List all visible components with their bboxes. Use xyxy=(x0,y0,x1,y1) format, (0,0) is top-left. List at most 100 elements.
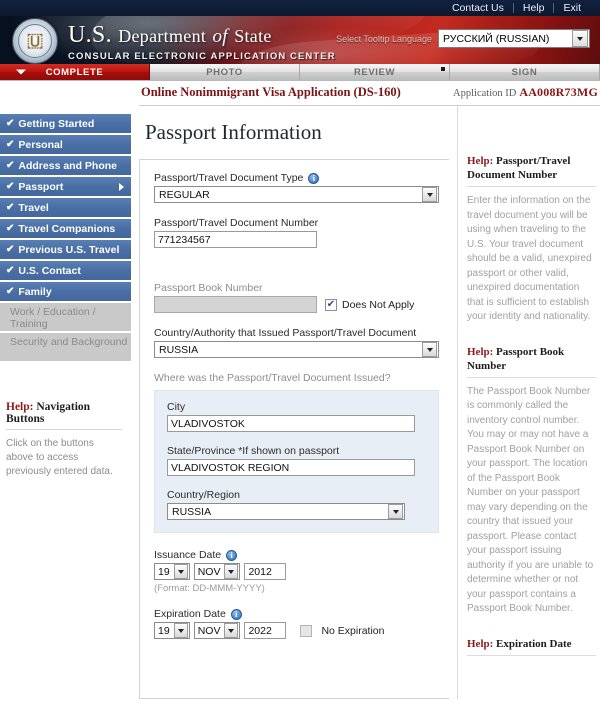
document-number-input[interactable]: 771234567 xyxy=(154,231,317,248)
tab-photo[interactable]: PHOTO xyxy=(150,64,300,80)
check-icon: ✔ xyxy=(6,160,15,171)
department-of-state-seal-icon: 🇺 xyxy=(12,18,58,64)
field-issuance-date: Issuance Date i 19 NOV 2012 (Format: DD-… xyxy=(154,549,439,594)
help-prefix: Help: xyxy=(467,345,494,358)
eagle-icon: 🇺 xyxy=(26,30,44,52)
check-icon: ✔ xyxy=(6,202,15,213)
tab-complete[interactable]: COMPLETE xyxy=(0,64,150,80)
city-label: City xyxy=(167,401,186,413)
document-number-value: 771234567 xyxy=(158,233,211,246)
site-wordmark: U.S. Department of State CONSULAR ELECTR… xyxy=(68,22,336,62)
issuance-date-controls: 19 NOV 2012 xyxy=(154,563,439,580)
issuance-date-label: Issuance Date xyxy=(154,549,222,561)
issuance-day-select[interactable]: 19 xyxy=(154,563,190,580)
sidebar-item-label: Family xyxy=(18,285,52,298)
book-number-input xyxy=(154,296,317,313)
sidebar-item-passport[interactable]: ✔ Passport xyxy=(0,177,131,196)
form-column: Passport Information Passport/Travel Doc… xyxy=(139,106,449,699)
where-issued-label: Where was the Passport/Travel Document I… xyxy=(154,372,391,384)
contact-us-link[interactable]: Contact Us xyxy=(443,0,513,16)
passport-form-panel: Passport/Travel Document Type i REGULAR … xyxy=(139,159,449,699)
page-body: ✔ Getting Started ✔ Personal ✔ Address a… xyxy=(0,81,600,703)
tab-label: COMPLETE xyxy=(45,66,104,78)
application-bar: Online Nonimmigrant Visa Application (DS… xyxy=(139,81,600,106)
state-input[interactable]: VLADIVOSTOK REGION xyxy=(167,459,415,476)
book-number-label: Passport Book Number xyxy=(154,282,263,294)
check-icon: ✔ xyxy=(6,139,15,150)
expiration-day-select[interactable]: 19 xyxy=(154,622,190,639)
field-document-number: Passport/Travel Document Number 77123456… xyxy=(154,217,439,248)
field-expiration-date: Expiration Date i 19 NOV 2022 No Expirat… xyxy=(154,608,439,639)
wordmark-of: of xyxy=(212,26,228,47)
tab-review[interactable]: REVIEW xyxy=(300,64,450,80)
chevron-down-icon[interactable] xyxy=(173,564,188,579)
sidebar-item-family[interactable]: ✔ Family xyxy=(0,282,131,301)
sidebar-item-personal[interactable]: ✔ Personal xyxy=(0,135,131,154)
application-id: Application ID AA008R73MG xyxy=(453,85,598,100)
no-expiration-checkbox[interactable] xyxy=(300,624,313,637)
field-label: Passport Book Number xyxy=(154,282,439,294)
sidebar-item-getting-started[interactable]: ✔ Getting Started xyxy=(0,114,131,133)
sidebar-item-address-and-phone[interactable]: ✔ Address and Phone xyxy=(0,156,131,175)
help-panel: Help: Passport/Travel Document Number En… xyxy=(457,106,600,699)
info-icon[interactable]: i xyxy=(308,172,320,184)
sidebar-item-us-contact[interactable]: ✔ U.S. Contact xyxy=(0,261,131,280)
chevron-down-icon[interactable] xyxy=(572,30,588,47)
does-not-apply-checkbox[interactable]: ✔ xyxy=(325,298,337,311)
tab-marker-icon xyxy=(441,67,445,71)
field-label: Issuance Date i xyxy=(154,549,439,561)
help-body: Enter the information on the travel docu… xyxy=(467,195,592,322)
site-banner: 🇺 U.S. Department of State CONSULAR ELEC… xyxy=(0,16,600,64)
country-region-label: Country/Region xyxy=(167,489,240,501)
book-number-row: ✔ Does Not Apply xyxy=(154,296,439,313)
issuing-country-value: RUSSIA xyxy=(159,343,199,356)
city-input[interactable]: VLADIVOSTOK xyxy=(167,415,415,432)
exit-link[interactable]: Exit xyxy=(554,0,590,16)
triangle-down-icon xyxy=(16,69,26,75)
issuing-country-label: Country/Authority that Issued Passport/T… xyxy=(154,327,417,339)
chevron-down-icon[interactable] xyxy=(224,623,239,638)
sidebar-item-label: Passport xyxy=(18,180,64,193)
tab-sign[interactable]: SIGN xyxy=(450,64,600,80)
issuance-day-value: 19 xyxy=(158,565,170,578)
expiration-date-label: Expiration Date xyxy=(154,608,226,620)
sidebar-item-label: Travel xyxy=(18,201,49,214)
sidebar-help-navigation-buttons: Help: Navigation Buttons Click on the bu… xyxy=(0,401,131,479)
tooltip-language-select[interactable]: РУССКИЙ (RUSSIAN) xyxy=(438,29,590,48)
application-id-value: AA008R73MG xyxy=(519,85,598,99)
expiration-month-select[interactable]: NOV xyxy=(193,622,241,639)
tooltip-language-control: Select Tooltip Language РУССКИЙ (RUSSIAN… xyxy=(336,29,590,48)
check-icon: ✔ xyxy=(6,223,15,234)
info-icon[interactable]: i xyxy=(226,549,238,561)
field-country-region: Country/Region RUSSIA xyxy=(167,489,426,520)
info-icon[interactable]: i xyxy=(230,608,242,620)
document-type-label: Passport/Travel Document Type xyxy=(154,172,304,184)
expiration-year-input[interactable]: 2022 xyxy=(244,622,287,639)
help-link[interactable]: Help xyxy=(514,0,554,16)
field-issuing-country: Country/Authority that Issued Passport/T… xyxy=(154,327,439,358)
issuing-country-select[interactable]: RUSSIA xyxy=(154,341,439,358)
help-prefix: Help: xyxy=(467,637,494,650)
field-city: City VLADIVOSTOK xyxy=(167,401,426,432)
wordmark-subtitle: CONSULAR ELECTRONIC APPLICATION CENTER xyxy=(68,51,336,62)
chevron-down-icon[interactable] xyxy=(224,564,239,579)
sidebar-item-label: Previous U.S. Travel xyxy=(18,243,120,256)
main-column: Online Nonimmigrant Visa Application (DS… xyxy=(131,81,600,703)
sidebar-item-travel-companions[interactable]: ✔ Travel Companions xyxy=(0,219,131,238)
sidebar-item-travel[interactable]: ✔ Travel xyxy=(0,198,131,217)
chevron-down-icon[interactable] xyxy=(422,187,437,202)
tab-label: PHOTO xyxy=(206,66,243,78)
document-type-value: REGULAR xyxy=(159,188,210,201)
issuance-month-select[interactable]: NOV xyxy=(193,563,241,580)
sidebar-item-label: Security and Background xyxy=(10,336,128,348)
sidebar-item-label: Getting Started xyxy=(18,117,95,130)
chevron-down-icon[interactable] xyxy=(422,342,437,357)
document-type-select[interactable]: REGULAR xyxy=(154,186,439,203)
chevron-down-icon[interactable] xyxy=(173,623,188,638)
issuance-year-input[interactable]: 2012 xyxy=(244,563,287,580)
sidebar-item-previous-us-travel[interactable]: ✔ Previous U.S. Travel xyxy=(0,240,131,259)
sidebar-nav: ✔ Getting Started ✔ Personal ✔ Address a… xyxy=(0,81,131,703)
help-prefix: Help: xyxy=(467,155,494,167)
country-region-select[interactable]: RUSSIA xyxy=(167,503,405,520)
chevron-down-icon[interactable] xyxy=(388,504,403,519)
